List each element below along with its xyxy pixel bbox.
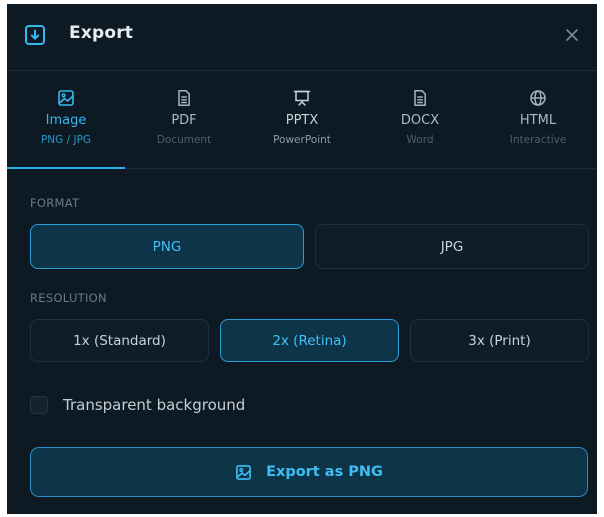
close-icon[interactable] <box>565 28 579 42</box>
dialog-title: Export <box>69 23 134 43</box>
tab-docx[interactable]: DOCX Word <box>361 71 479 168</box>
globe-icon <box>530 90 546 106</box>
export-dialog: Export Image PNG / JPG PDF Document PPTX… <box>7 4 597 514</box>
transparent-background-row[interactable]: Transparent background <box>30 394 245 416</box>
download-icon <box>25 25 45 45</box>
tab-sublabel: Word <box>406 134 434 146</box>
tab-label: Image <box>45 113 87 128</box>
tab-sublabel: PNG / JPG <box>40 134 92 146</box>
tab-sublabel: Interactive <box>509 134 567 146</box>
format-option-jpg[interactable]: JPG <box>315 224 589 269</box>
resolution-option-1x[interactable]: 1x (Standard) <box>30 319 209 362</box>
resolution-option-3x[interactable]: 3x (Print) <box>410 319 589 362</box>
transparent-background-label: Transparent background <box>63 396 246 414</box>
presentation-icon <box>293 90 311 106</box>
resolution-option-2x[interactable]: 2x (Retina) <box>220 319 399 362</box>
tab-image[interactable]: Image PNG / JPG <box>7 71 125 169</box>
image-icon <box>58 90 74 106</box>
tab-label: PPTX <box>285 113 319 128</box>
tab-label: PDF <box>171 113 197 128</box>
format-section-label: FORMAT <box>30 196 80 210</box>
tab-label: HTML <box>519 113 557 128</box>
tab-sublabel: Document <box>156 134 212 146</box>
close-button[interactable] <box>559 22 585 48</box>
transparent-background-checkbox[interactable] <box>30 396 48 414</box>
image-icon <box>236 464 251 480</box>
format-option-png[interactable]: PNG <box>30 224 304 269</box>
format-tabs: Image PNG / JPG PDF Document PPTX PowerP… <box>7 71 597 169</box>
dialog-header: Export <box>7 4 597 71</box>
tab-label: DOCX <box>400 113 440 128</box>
export-button[interactable]: Export as PNG <box>30 447 588 497</box>
active-tab-indicator <box>7 167 125 169</box>
document-icon <box>178 90 190 106</box>
tab-html[interactable]: HTML Interactive <box>479 71 597 168</box>
document-icon <box>414 90 426 106</box>
resolution-section-label: RESOLUTION <box>30 291 107 305</box>
export-button-label: Export as PNG <box>266 464 383 480</box>
tab-pptx[interactable]: PPTX PowerPoint <box>243 71 361 168</box>
tab-sublabel: PowerPoint <box>273 134 331 146</box>
tab-pdf[interactable]: PDF Document <box>125 71 243 168</box>
